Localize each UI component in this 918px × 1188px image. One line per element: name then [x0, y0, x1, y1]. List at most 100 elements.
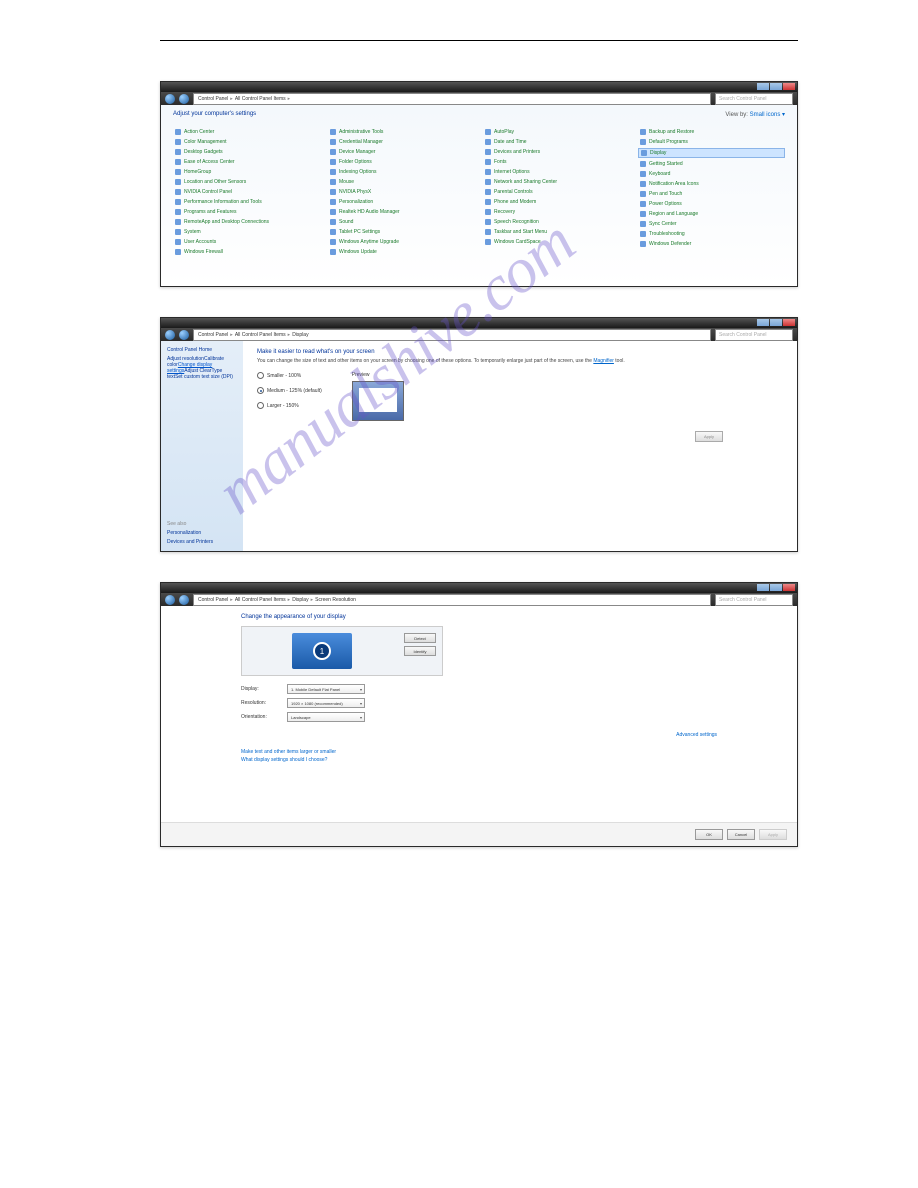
see-also-item[interactable]: Personalization [167, 530, 237, 536]
cp-item[interactable]: System [173, 228, 320, 236]
apply-button[interactable]: Apply [695, 431, 723, 442]
dpi-radio[interactable]: Smaller - 100% [257, 372, 322, 379]
cp-item[interactable]: Fonts [483, 158, 630, 166]
maximize-button[interactable] [770, 319, 782, 326]
cp-item[interactable]: Pen and Touch [638, 190, 785, 198]
cp-item[interactable]: Parental Controls [483, 188, 630, 196]
apply-button[interactable]: Apply [759, 829, 787, 840]
forward-button[interactable] [179, 595, 189, 605]
cp-item[interactable]: Windows CardSpace [483, 238, 630, 246]
cp-item[interactable]: Tablet PC Settings [328, 228, 475, 236]
cp-item[interactable]: Personalization [328, 198, 475, 206]
cp-item[interactable]: Sync Center [638, 220, 785, 228]
minimize-button[interactable] [757, 584, 769, 591]
cp-item[interactable]: Recovery [483, 208, 630, 216]
cp-item[interactable]: Sound [328, 218, 475, 226]
cp-item-label: Windows Firewall [184, 249, 223, 255]
cp-item[interactable]: Indexing Options [328, 168, 475, 176]
cp-item[interactable]: Network and Sharing Center [483, 178, 630, 186]
sidebar-home[interactable]: Control Panel Home [167, 347, 237, 353]
close-button[interactable] [783, 584, 795, 591]
cp-item[interactable]: Folder Options [328, 158, 475, 166]
help-link[interactable]: What display settings should I choose? [241, 757, 327, 763]
cp-item[interactable]: Desktop Gadgets [173, 148, 320, 156]
breadcrumb[interactable]: Control Panel▸ All Control Panel Items▸ … [193, 594, 711, 606]
see-also-item[interactable]: Devices and Printers [167, 539, 237, 545]
cp-item[interactable]: NVIDIA Control Panel [173, 188, 320, 196]
cp-item-icon [485, 179, 491, 185]
cp-item[interactable]: Windows Firewall [173, 248, 320, 256]
cp-item[interactable]: HomeGroup [173, 168, 320, 176]
cp-item[interactable]: Windows Defender [638, 240, 785, 248]
advanced-settings-link[interactable]: Advanced settings [676, 732, 717, 738]
dpi-radio[interactable]: Larger - 150% [257, 402, 322, 409]
cp-item[interactable]: Getting Started [638, 160, 785, 168]
dpi-radio[interactable]: Medium - 125% (default) [257, 387, 322, 394]
forward-button[interactable] [179, 330, 189, 340]
search-input[interactable]: Search Control Panel [715, 93, 793, 105]
cp-item[interactable]: Power Options [638, 200, 785, 208]
breadcrumb-item[interactable]: All Control Panel Items [235, 96, 286, 102]
cp-item[interactable]: Windows Anytime Upgrade [328, 238, 475, 246]
cp-item[interactable]: Speech Recognition [483, 218, 630, 226]
cp-item[interactable]: RemoteApp and Desktop Connections [173, 218, 320, 226]
cp-item[interactable]: Troubleshooting [638, 230, 785, 238]
cp-item[interactable]: Notification Area Icons [638, 180, 785, 188]
cp-item[interactable]: Region and Language [638, 210, 785, 218]
cp-item[interactable]: Action Center [173, 128, 320, 136]
cp-item[interactable]: Display [638, 148, 785, 158]
cp-item[interactable]: Default Programs [638, 138, 785, 146]
back-button[interactable] [165, 330, 175, 340]
cp-item[interactable]: Realtek HD Audio Manager [328, 208, 475, 216]
monitor-icon[interactable]: 1 [292, 633, 352, 669]
cp-item[interactable]: Devices and Printers [483, 148, 630, 156]
cp-item[interactable]: Color Management [173, 138, 320, 146]
breadcrumb-item[interactable]: Control Panel [198, 96, 228, 102]
cp-item[interactable]: User Accounts [173, 238, 320, 246]
search-input[interactable]: Search Control Panel [715, 594, 793, 606]
maximize-button[interactable] [770, 83, 782, 90]
ok-button[interactable]: OK [695, 829, 723, 840]
cp-item[interactable]: Administrative Tools [328, 128, 475, 136]
cp-item[interactable]: Mouse [328, 178, 475, 186]
search-input[interactable]: Search Control Panel [715, 329, 793, 341]
form-select[interactable]: 1920 × 1080 (recommended) [287, 698, 365, 708]
cp-item[interactable]: Phone and Modem [483, 198, 630, 206]
sidebar-item[interactable]: Set custom text size (DPI) [175, 374, 233, 380]
close-button[interactable] [783, 83, 795, 90]
cp-item[interactable]: Location and Other Sensors [173, 178, 320, 186]
back-button[interactable] [165, 595, 175, 605]
cancel-button[interactable]: Cancel [727, 829, 755, 840]
cp-item[interactable]: Backup and Restore [638, 128, 785, 136]
cp-item[interactable]: Date and Time [483, 138, 630, 146]
breadcrumb[interactable]: Control Panel ▸ All Control Panel Items … [193, 93, 711, 105]
view-by-select[interactable]: Small icons ▾ [750, 112, 785, 118]
minimize-button[interactable] [757, 83, 769, 90]
form-select[interactable]: Landscape [287, 712, 365, 722]
cp-item[interactable]: Keyboard [638, 170, 785, 178]
cp-item-label: Recovery [494, 209, 515, 215]
cp-item-icon [485, 239, 491, 245]
cp-item[interactable]: AutoPlay [483, 128, 630, 136]
back-button[interactable] [165, 94, 175, 104]
cp-item-icon [175, 179, 181, 185]
cp-item[interactable]: Credential Manager [328, 138, 475, 146]
resize-link[interactable]: Make text and other items larger or smal… [241, 749, 336, 755]
cp-item[interactable]: Internet Options [483, 168, 630, 176]
cp-item[interactable]: Device Manager [328, 148, 475, 156]
minimize-button[interactable] [757, 319, 769, 326]
breadcrumb[interactable]: Control Panel▸ All Control Panel Items▸ … [193, 329, 711, 341]
identify-button[interactable]: Identify [404, 646, 436, 656]
cp-item[interactable]: Windows Update [328, 248, 475, 256]
cp-item[interactable]: Programs and Features [173, 208, 320, 216]
cp-item[interactable]: Taskbar and Start Menu [483, 228, 630, 236]
maximize-button[interactable] [770, 584, 782, 591]
cp-item[interactable]: NVIDIA PhysX [328, 188, 475, 196]
cp-item[interactable]: Performance Information and Tools [173, 198, 320, 206]
form-select[interactable]: 1. Mobile Default Flat Panel [287, 684, 365, 694]
detect-button[interactable]: Detect [404, 633, 436, 643]
cp-item[interactable]: Ease of Access Center [173, 158, 320, 166]
magnifier-link[interactable]: Magnifier [593, 358, 614, 364]
close-button[interactable] [783, 319, 795, 326]
forward-button[interactable] [179, 94, 189, 104]
